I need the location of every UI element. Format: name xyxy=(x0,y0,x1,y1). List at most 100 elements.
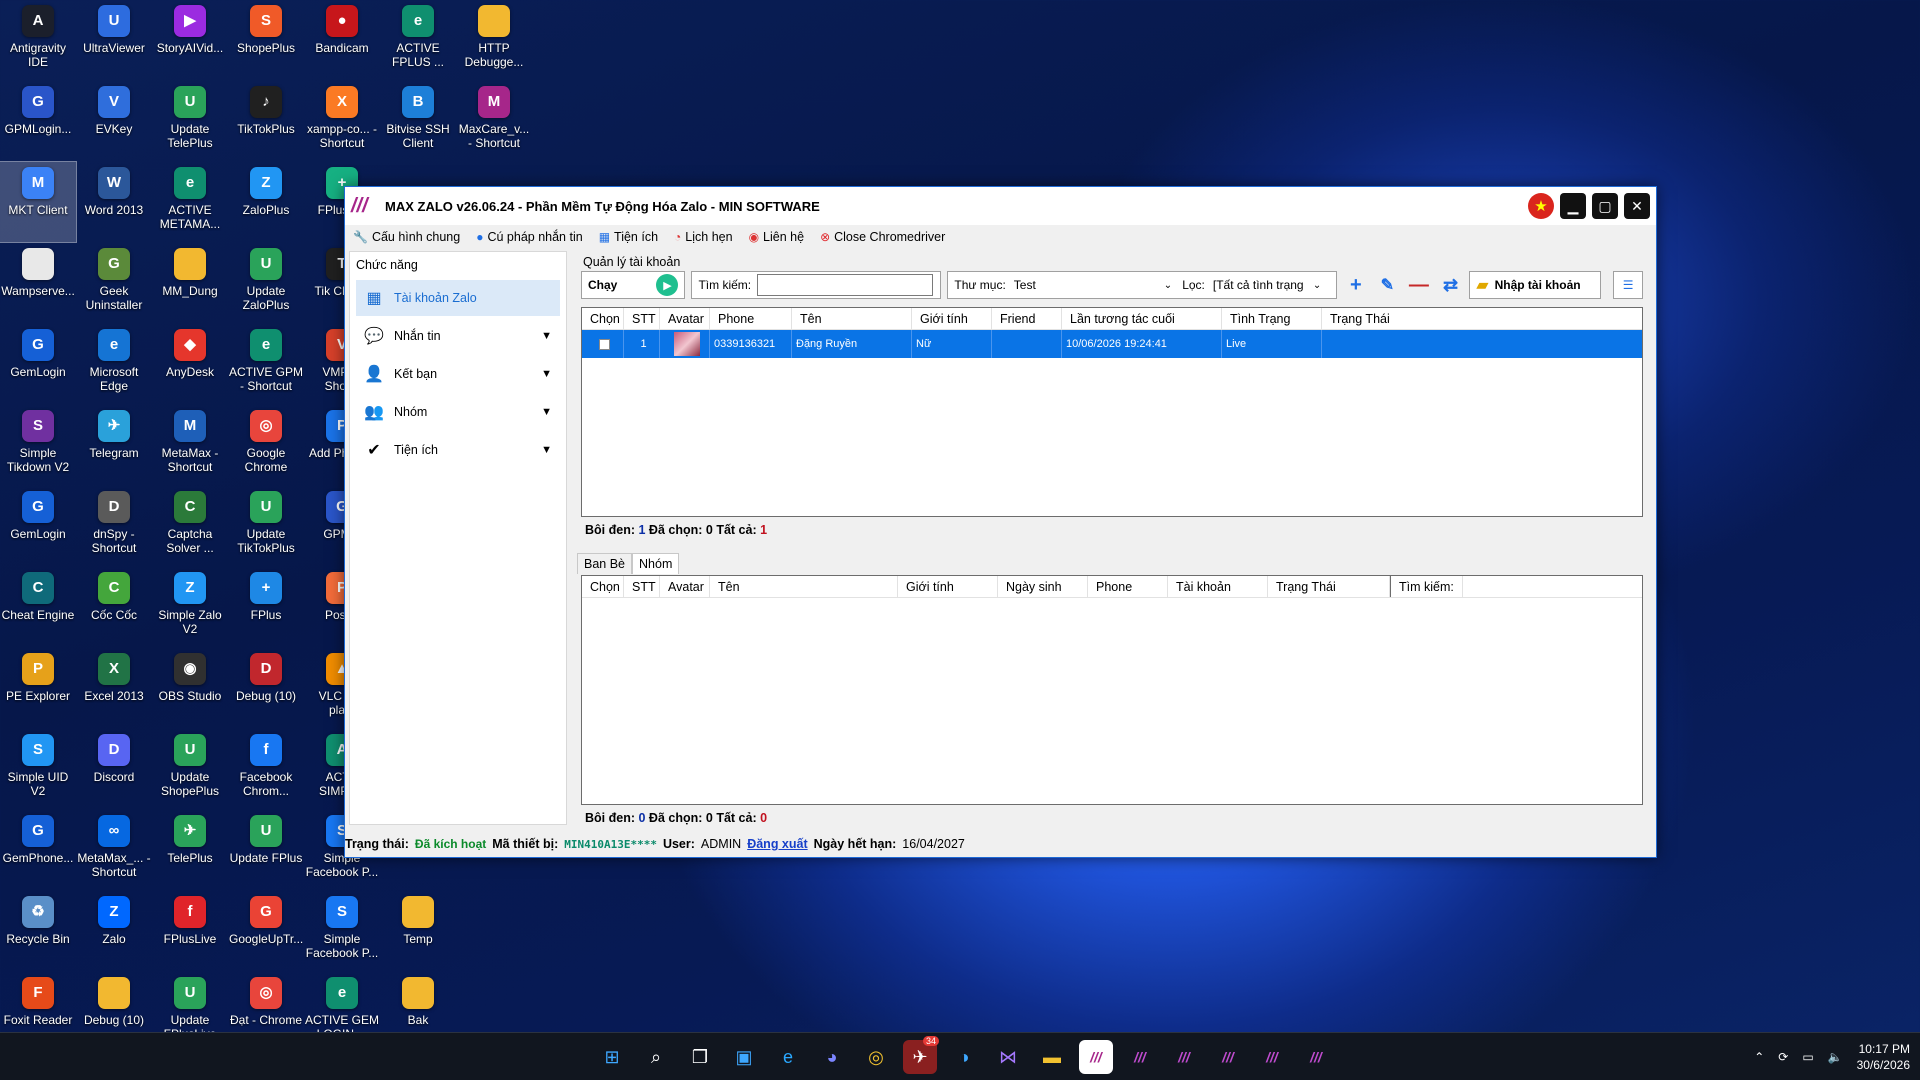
desktop-icon[interactable]: + FPlus xyxy=(228,567,304,647)
desktop-icon[interactable]: C Captcha Solver ... xyxy=(152,486,228,566)
desktop-icon[interactable]: S ShopePlus xyxy=(228,0,304,80)
vietnam-flag-icon[interactable]: ★ xyxy=(1528,193,1554,219)
desktop-icon[interactable]: C Cốc Cốc xyxy=(76,567,152,647)
max-app-icon[interactable]: /// xyxy=(1299,1040,1333,1074)
desktop-icon[interactable]: ● Bandicam xyxy=(304,0,380,80)
desktop-icon[interactable]: DdnSpy - Shortcut xyxy=(76,486,152,566)
desktop-icon[interactable]: ◉ OBS Studio xyxy=(152,648,228,728)
desktop-icon[interactable]: G GemPhone... xyxy=(0,810,76,890)
sidebar-item-nhan-tin[interactable]: 💬 Nhắn tin ▼ xyxy=(356,318,560,354)
filter-select[interactable]: [Tất cả tình trạng xyxy=(1213,278,1313,292)
desktop-icon[interactable]: Z Simple Zalo V2 xyxy=(152,567,228,647)
file-explorer-icon[interactable]: ▬ xyxy=(1035,1040,1069,1074)
col-phone[interactable]: Phone xyxy=(1088,576,1168,597)
desktop-icon[interactable]: ▶ StoryAIVid... xyxy=(152,0,228,80)
friends-search-input[interactable] xyxy=(1461,576,1642,597)
col-ten[interactable]: Tên xyxy=(792,308,912,329)
col-avatar[interactable]: Avatar xyxy=(660,308,710,329)
col-stt[interactable]: STT xyxy=(624,576,660,597)
desktop-icon[interactable]: f FPlusLive xyxy=(152,891,228,971)
desktop-icon[interactable]: ∞ MetaMax_... - Shortcut xyxy=(76,810,152,890)
desktop-icon[interactable]: Wampserve... xyxy=(0,243,76,323)
desktop-icon[interactable]: ✈ Telegram xyxy=(76,405,152,485)
menu-lich-hen[interactable]: ◔ Lịch hẹn xyxy=(674,230,733,244)
desktop-icon[interactable]: G GoogleUpTr... xyxy=(228,891,304,971)
desktop-icon[interactable]: B Bitvise SSH Client xyxy=(380,81,456,161)
desktop-icon[interactable]: S Simple UID V2 xyxy=(0,729,76,809)
desktop-icon[interactable]: M MaxCare_v... - Shortcut xyxy=(456,81,532,161)
sidebar-item-tai-khoan-zalo[interactable]: ▦ Tài khoản Zalo xyxy=(356,280,560,316)
col-avatar[interactable]: Avatar xyxy=(660,576,710,597)
tab-nhom[interactable]: Nhóm xyxy=(632,553,680,574)
sidebar-item-ket-ban[interactable]: 👤 Kết bạn ▼ xyxy=(356,356,560,392)
col-trang-thai[interactable]: Trạng Thái xyxy=(1322,308,1642,329)
start-icon[interactable]: ⊞ xyxy=(595,1040,629,1074)
desktop-icon[interactable]: f Facebook Chrom... xyxy=(228,729,304,809)
desktop-icon[interactable]: ✈ TelePlus xyxy=(152,810,228,890)
chrome-icon[interactable]: ◎ xyxy=(859,1040,893,1074)
max-app-icon[interactable]: /// xyxy=(1123,1040,1157,1074)
desktop-icon[interactable]: U Update TelePlus xyxy=(152,81,228,161)
list-settings-icon[interactable]: ☰ xyxy=(1613,271,1643,299)
ultraviewer-icon[interactable]: ◑ xyxy=(947,1040,981,1074)
desktop-icon[interactable]: e Microsoft Edge xyxy=(76,324,152,404)
minimize-button[interactable]: ▁ xyxy=(1560,193,1586,219)
close-button[interactable]: ✕ xyxy=(1624,193,1650,219)
desktop-icon[interactable]: G GPMLogin... xyxy=(0,81,76,161)
task-view-icon[interactable]: ❐ xyxy=(683,1040,717,1074)
desktop-icon[interactable]: M MetaMax - Shortcut xyxy=(152,405,228,485)
col-stt[interactable]: STT xyxy=(624,308,660,329)
desktop-icon[interactable]: e ACTIVE FPLUS ... xyxy=(380,0,456,80)
desktop-icon[interactable]: U Update FPlus xyxy=(228,810,304,890)
desktop-icon[interactable]: ♪ TikTokPlus xyxy=(228,81,304,161)
search-input[interactable] xyxy=(757,274,934,296)
tab-ban-be[interactable]: Ban Bè xyxy=(577,553,633,574)
desktop-icon[interactable]: U Update ShopePlus xyxy=(152,729,228,809)
col-chon[interactable]: Chọn xyxy=(582,308,624,329)
desktop-icon[interactable]: ♻ Recycle Bin xyxy=(0,891,76,971)
sidebar-item-nhom[interactable]: 👥 Nhóm ▼ xyxy=(356,394,560,430)
widgets-icon[interactable]: ▣ xyxy=(727,1040,761,1074)
menu-cau-hinh-chung[interactable]: 🔧 Cấu hình chung xyxy=(353,230,460,244)
col-tinh-trang[interactable]: Tình Trạng xyxy=(1222,308,1322,329)
col-gioi-tinh[interactable]: Giới tính xyxy=(912,308,992,329)
maximize-button[interactable]: ▢ xyxy=(1592,193,1618,219)
logout-link[interactable]: Đăng xuất xyxy=(747,837,807,851)
desktop-icon[interactable]: Z ZaloPlus xyxy=(228,162,304,242)
desktop-icon[interactable]: V EVKey xyxy=(76,81,152,161)
desktop-icon[interactable]: e ACTIVE GPM - Shortcut xyxy=(228,324,304,404)
menu-cu-phap-nhan-tin[interactable]: ● Cú pháp nhắn tin xyxy=(476,230,582,244)
import-account-button[interactable]: ▰ Nhập tài khoản xyxy=(1469,271,1602,299)
desktop-icon[interactable]: Temp xyxy=(380,891,456,971)
desktop-icon[interactable]: C Cheat Engine xyxy=(0,567,76,647)
discord-icon[interactable]: ◕ xyxy=(815,1040,849,1074)
desktop-icon[interactable]: ◎ Google Chrome xyxy=(228,405,304,485)
clock[interactable]: 10:17 PM 30/6/2026 xyxy=(1857,1041,1910,1073)
col-lan-tuong-tac-cuoi[interactable]: Lần tương tác cuối xyxy=(1062,308,1222,329)
desktop-icon[interactable]: U Update TikTokPlus xyxy=(228,486,304,566)
desktop-icon[interactable]: ◆ AnyDesk xyxy=(152,324,228,404)
desktop-icon[interactable]: G GemLogin xyxy=(0,324,76,404)
col-phone[interactable]: Phone xyxy=(710,308,792,329)
row-checkbox[interactable] xyxy=(582,330,624,358)
desktop-icon[interactable]: W Word 2013 xyxy=(76,162,152,242)
folder-select[interactable]: Test xyxy=(1014,278,1164,292)
desktop-icon[interactable]: G GemLogin xyxy=(0,486,76,566)
play-button[interactable]: ▶ xyxy=(656,274,679,296)
desktop-icon[interactable]: U Update ZaloPlus xyxy=(228,243,304,323)
desktop-icon[interactable]: U UltraViewer xyxy=(76,0,152,80)
max-app-icon[interactable]: /// xyxy=(1167,1040,1201,1074)
search-icon[interactable]: ⌕ xyxy=(639,1040,673,1074)
max-zalo-taskbar-icon[interactable]: /// xyxy=(1079,1040,1113,1074)
desktop-icon[interactable]: S Simple Tikdown V2 xyxy=(0,405,76,485)
edge-icon[interactable]: e xyxy=(771,1040,805,1074)
network-icon[interactable]: ▭ xyxy=(1802,1050,1813,1064)
refresh-icon[interactable]: ⇄ xyxy=(1438,272,1464,298)
desktop-icon[interactable]: G Geek Uninstaller xyxy=(76,243,152,323)
desktop-icon[interactable]: e ACTIVE METAMA... xyxy=(152,162,228,242)
sync-icon[interactable]: ⟳ xyxy=(1778,1050,1788,1064)
add-icon[interactable]: + xyxy=(1343,272,1369,298)
menu-close-chromedriver[interactable]: ⊗ Close Chromedriver xyxy=(820,230,945,244)
remove-icon[interactable]: — xyxy=(1406,272,1432,298)
desktop-icon[interactable]: P PE Explorer xyxy=(0,648,76,728)
